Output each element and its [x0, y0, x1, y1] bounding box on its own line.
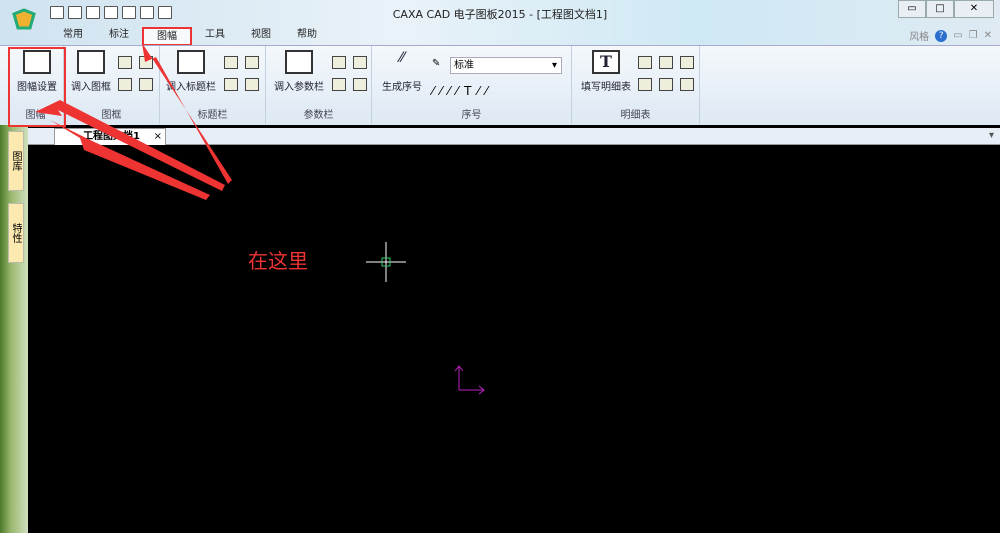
balloon-tool-4-icon[interactable]: ⁄	[456, 84, 458, 98]
load-param-button[interactable]: 调入参数栏	[270, 50, 328, 93]
ribbon: 图幅设置 图幅 调入图框 图框 调入标题栏 标题栏 调入参数栏 参数栏 ⁄⁄ 生…	[0, 45, 1000, 125]
balloon-tool-5-icon[interactable]: T	[464, 84, 471, 98]
group-param: 调入参数栏 参数栏	[266, 46, 372, 124]
tab-list-dropdown-icon[interactable]: ▾	[989, 130, 994, 141]
tab-close-icon[interactable]: ×	[154, 129, 162, 144]
bom-insert-icon[interactable]	[659, 56, 673, 69]
edit-frame-icon[interactable]	[118, 56, 132, 69]
balloon-tool-1-icon[interactable]: ⁄	[432, 84, 434, 98]
group-bom: T 填写明细表 明细表	[572, 46, 700, 124]
bom-copy-icon[interactable]	[680, 78, 694, 91]
annotation-text: 在这里	[248, 249, 308, 273]
highlight-box	[8, 47, 66, 127]
balloon-tool-7-icon[interactable]: ⁄	[485, 84, 487, 98]
group-balloon: ⁄⁄ 生成序号 ✎ 标准 ▾ ⁄ ⁄ ⁄ ⁄ T ⁄ ⁄ 序号	[372, 46, 572, 124]
bom-db-icon[interactable]	[659, 78, 673, 91]
tb-store-icon[interactable]	[245, 78, 259, 91]
balloon-tool-6-icon[interactable]: ⁄	[477, 84, 479, 98]
frame-icon	[77, 50, 105, 74]
tb-edit-icon[interactable]	[224, 56, 238, 69]
frame-store-icon[interactable]	[139, 78, 153, 91]
group-frame: 调入图框 图框	[64, 46, 160, 124]
document-tab-bar: 工程图文档1 × ▾	[28, 128, 1000, 145]
menu-help[interactable]: 帮助	[284, 27, 330, 46]
param-edit-icon[interactable]	[332, 56, 346, 69]
balloon-icon: ⁄⁄	[399, 50, 405, 66]
text-t-icon: T	[592, 50, 620, 74]
balloon-style-select[interactable]: 标准 ▾	[450, 57, 562, 74]
minimize-button[interactable]: ▭	[898, 0, 926, 18]
param-store-icon[interactable]	[353, 78, 367, 91]
define-frame-icon[interactable]	[118, 78, 132, 91]
bom-table-icon[interactable]	[638, 78, 652, 91]
bom-output-icon[interactable]	[680, 56, 694, 69]
drawing-canvas[interactable]	[28, 145, 1000, 533]
group-titleblock: 调入标题栏 标题栏	[160, 46, 266, 124]
param-icon	[285, 50, 313, 74]
doc-restore-icon[interactable]: ❐	[969, 30, 978, 41]
title-bar: CAXA CAD 电子图板2015 - [工程图文档1] ▭ □ ✕ 常用 标注…	[0, 0, 1000, 46]
generate-balloon-button[interactable]: ⁄⁄ 生成序号	[376, 50, 428, 93]
param-fill-icon[interactable]	[353, 56, 367, 69]
style-menu[interactable]: 风格	[909, 28, 929, 43]
save-frame-icon[interactable]	[139, 56, 153, 69]
menu-tools[interactable]: 工具	[192, 27, 238, 46]
bom-edit-icon[interactable]	[638, 56, 652, 69]
menu-bar: 常用 标注 图幅 工具 视图 帮助	[50, 27, 330, 46]
doc-minimize-icon[interactable]: ▭	[953, 30, 962, 41]
tb-fill-icon[interactable]	[245, 56, 259, 69]
side-panel: 图库 特性	[0, 125, 28, 533]
load-frame-button[interactable]: 调入图框	[66, 50, 116, 93]
fill-bom-button[interactable]: T 填写明细表	[576, 50, 636, 93]
side-tab-library[interactable]: 图库	[8, 131, 24, 191]
close-button[interactable]: ✕	[954, 0, 994, 18]
help-icon[interactable]: ?	[935, 29, 948, 42]
tab-document-1[interactable]: 工程图文档1 ×	[54, 128, 166, 145]
balloon-tool-2-icon[interactable]: ⁄	[440, 84, 442, 98]
menu-common[interactable]: 常用	[50, 27, 96, 46]
menu-sheet[interactable]: 图幅	[142, 27, 192, 46]
doc-close-icon[interactable]: ✕	[984, 30, 992, 41]
maximize-button[interactable]: □	[926, 0, 954, 18]
balloon-tool-3-icon[interactable]: ⁄	[448, 84, 450, 98]
load-titleblock-button[interactable]: 调入标题栏	[162, 50, 220, 93]
balloon-style-icon: ✎	[432, 58, 441, 69]
param-define-icon[interactable]	[332, 78, 346, 91]
tb-define-icon[interactable]	[224, 78, 238, 91]
window-title: CAXA CAD 电子图板2015 - [工程图文档1]	[392, 8, 608, 21]
menu-view[interactable]: 视图	[238, 27, 284, 46]
menu-annotate[interactable]: 标注	[96, 27, 142, 46]
titleblock-icon	[177, 50, 205, 74]
side-tab-properties[interactable]: 特性	[8, 203, 24, 263]
